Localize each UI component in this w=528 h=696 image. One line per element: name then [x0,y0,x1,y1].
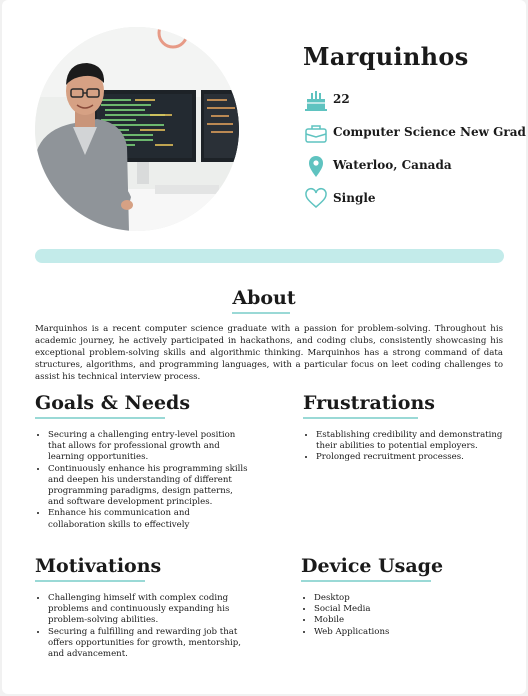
devices-item: Web Applications [314,627,514,638]
goals-title: Goals & Needs [35,392,191,414]
devices-title: Device Usage [301,555,444,577]
fact-age-text: 22 [333,92,350,106]
accent-divider-bar [35,249,504,263]
fact-location-text: Waterloo, Canada [333,158,452,172]
persona-page: Marquinhos 22 Computer Science New Grad … [2,0,526,694]
goals-item: Securing a challenging entry-level posit… [48,430,248,464]
motivations-list: Challenging himself with complex coding … [35,593,248,660]
frustrations-list: Establishing credibility and demonstrati… [303,430,526,464]
about-title: About [232,287,296,309]
frustrations-underline [303,417,418,419]
frustrations-title: Frustrations [303,392,435,414]
fact-occupation-text: Computer Science New Grad [333,125,526,139]
motivations-underline [35,580,145,582]
devices-item: Mobile [314,615,514,626]
goals-list: Securing a challenging entry-level posit… [35,430,248,531]
fact-status-text: Single [333,191,376,205]
profile-photo [35,27,239,231]
devices-list: Desktop Social Media Mobile Web Applicat… [301,593,514,638]
devices-underline [301,580,431,582]
goals-item: Enhance his communication and collaborat… [48,508,248,530]
goals-underline [35,417,165,419]
devices-item: Desktop [314,593,514,604]
frustrations-item: Establishing credibility and demonstrati… [316,430,526,452]
profile-photo-illustration [35,27,239,231]
devices-item: Social Media [314,604,514,615]
map-pin-icon [305,154,327,178]
frustrations-item: Prolonged recruitment processes. [316,452,526,463]
goals-item: Continuously enhance his programming ski… [48,464,248,509]
about-underline [232,312,290,314]
about-text: Marquinhos is a recent computer science … [35,324,503,382]
heart-icon [305,187,327,211]
motivations-item: Securing a fulfilling and rewarding job … [48,627,248,661]
briefcase-icon [305,121,327,145]
birthday-cake-icon [305,88,327,112]
persona-name: Marquinhos [303,42,469,71]
motivations-item: Challenging himself with complex coding … [48,593,248,627]
motivations-title: Motivations [35,555,162,577]
